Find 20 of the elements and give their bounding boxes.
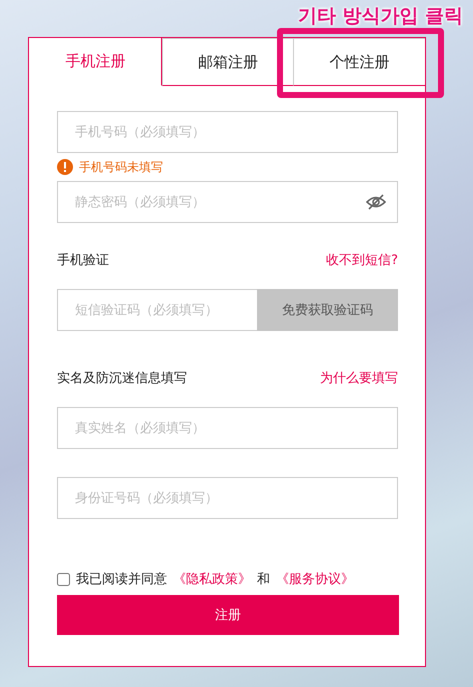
password-field[interactable]: 静态密码（必须填写） (57, 181, 398, 223)
terms-link[interactable]: 《服务协议》 (276, 570, 354, 588)
name-field[interactable]: 真实姓名（必须填写） (57, 407, 398, 449)
register-tab[interactable]: 邮箱注册 (162, 38, 294, 86)
register-tab[interactable]: 个性注册 (293, 38, 426, 86)
section-title: 手机验证 (57, 252, 109, 269)
annotation-text: 기타 방식가입 클릭 (296, 4, 463, 29)
section-title: 实名及防沉迷信息填写 (57, 370, 187, 387)
eye-hidden-icon[interactable] (366, 194, 386, 210)
error-icon (57, 159, 73, 175)
phone-field[interactable]: 手机号码（必须填写） (57, 111, 398, 153)
agree-checkbox[interactable] (57, 572, 70, 586)
agree-text: 我已阅读并同意 (76, 571, 167, 588)
why-link[interactable]: 为什么要填写 (320, 369, 398, 387)
and-text: 和 (257, 571, 270, 588)
privacy-link[interactable]: 《隐私政策》 (173, 570, 251, 588)
no-sms-link[interactable]: 收不到短信? (326, 251, 398, 269)
register-button[interactable]: 注册 (57, 595, 399, 635)
error-message: 手机号码未填写 (79, 158, 163, 176)
id-number-field[interactable]: 身份证号码（必须填写） (57, 477, 398, 519)
